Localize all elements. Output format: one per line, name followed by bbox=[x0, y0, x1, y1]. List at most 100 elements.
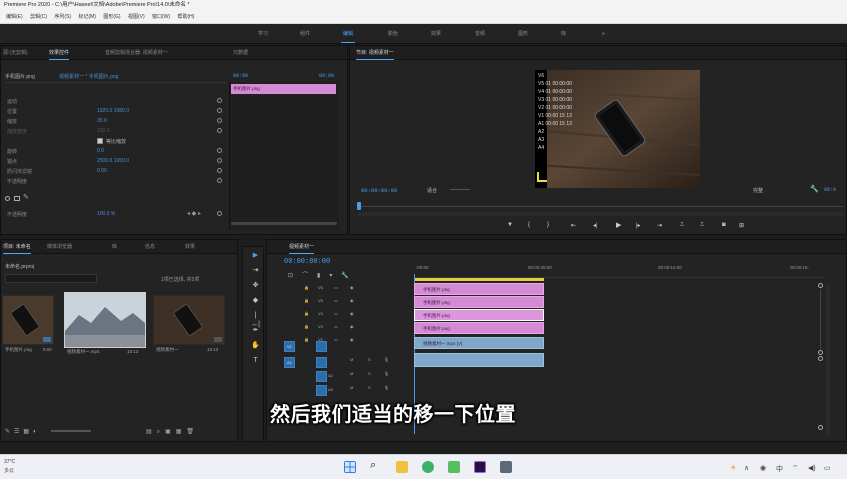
reset-anti-flicker-icon[interactable] bbox=[217, 168, 222, 173]
track-target-a3[interactable] bbox=[316, 385, 327, 396]
mute-icon[interactable]: M bbox=[350, 357, 357, 364]
mute-icon[interactable]: M bbox=[350, 371, 357, 378]
mute-icon[interactable]: M bbox=[350, 385, 357, 392]
timeline-vscroll-bottom[interactable] bbox=[818, 350, 823, 355]
tab-effects[interactable]: 效果 bbox=[185, 240, 195, 254]
ec-mini-clip[interactable]: 手机图片.png bbox=[231, 84, 336, 94]
fx-anti-flicker-value[interactable]: 0.00 bbox=[97, 168, 107, 174]
menu-help[interactable]: 帮助(H) bbox=[178, 11, 195, 24]
sync-lock-icon[interactable]: ▭ bbox=[334, 311, 341, 318]
project-search-input[interactable] bbox=[5, 274, 97, 283]
play-icon[interactable]: ▶ bbox=[616, 221, 621, 229]
ime-icon[interactable]: 中 bbox=[776, 464, 783, 474]
timeline-vscroll-top[interactable] bbox=[818, 283, 823, 288]
lock-icon[interactable]: 🔒 bbox=[304, 298, 311, 305]
fx-anchor-value[interactable]: 2500.0 1659.0 bbox=[97, 158, 129, 164]
reset-motion-icon[interactable] bbox=[217, 98, 222, 103]
program-timecode[interactable]: 00:00:00:00 bbox=[361, 187, 397, 194]
battery-icon[interactable]: ▭ bbox=[824, 464, 831, 472]
source-patch-a1[interactable]: A1 bbox=[284, 357, 295, 368]
workspace-learn[interactable]: 学习 bbox=[258, 24, 268, 44]
timeline-ruler[interactable] bbox=[414, 258, 824, 278]
menu-edit[interactable]: 编辑(E) bbox=[6, 11, 23, 24]
rectangle-mask-icon[interactable] bbox=[14, 196, 20, 201]
track-target-a1[interactable] bbox=[316, 357, 327, 368]
go-to-out-icon[interactable]: ⇥ bbox=[657, 222, 662, 229]
reset-scale-icon[interactable] bbox=[217, 118, 222, 123]
workspace-graphics[interactable]: 图形 bbox=[518, 24, 528, 44]
start-icon[interactable] bbox=[344, 461, 356, 473]
mic-icon[interactable]: 🎙 bbox=[384, 357, 391, 364]
reset-anchor-icon[interactable] bbox=[217, 158, 222, 163]
menu-window[interactable]: 窗口(W) bbox=[152, 11, 170, 24]
wrench-icon[interactable]: 🔧 bbox=[810, 185, 819, 193]
timeline-clip-audio[interactable] bbox=[414, 353, 544, 367]
tab-libraries[interactable]: 库 bbox=[112, 240, 117, 254]
reset-opacity-icon[interactable] bbox=[217, 178, 222, 183]
extract-icon[interactable]: ⎍ bbox=[700, 222, 704, 229]
search-icon[interactable]: ⌕ bbox=[370, 459, 376, 472]
workspace-effects[interactable]: 效果 bbox=[431, 24, 441, 44]
tab-effect-controls[interactable]: 效果控件 bbox=[49, 46, 70, 60]
wifi-icon[interactable]: ⌔ bbox=[792, 464, 799, 473]
mark-in-icon[interactable]: { bbox=[528, 222, 530, 228]
lock-icon[interactable]: 🔒 bbox=[304, 324, 311, 331]
track-target-a2[interactable] bbox=[316, 371, 327, 382]
program-playhead[interactable] bbox=[357, 202, 361, 210]
timeline-option-icons[interactable]: ⊡⌒▮▾🔧 bbox=[288, 270, 358, 279]
uniform-scale-checkbox[interactable] bbox=[97, 138, 103, 144]
tray-icon[interactable]: ☀ bbox=[730, 464, 736, 472]
mic-icon[interactable]: 🎙 bbox=[384, 371, 391, 378]
fx-position-value[interactable]: 1920.0 1080.0 bbox=[97, 108, 129, 114]
tab-info[interactable]: 信息 bbox=[145, 240, 155, 254]
eye-icon[interactable]: ◉ bbox=[350, 285, 357, 292]
sequence-clip-name[interactable]: 视频素材一 * 手机图片.png bbox=[59, 73, 118, 80]
workspace-libraries[interactable]: 库 bbox=[561, 24, 566, 44]
timeline-clip[interactable]: 手机图片.png bbox=[414, 322, 544, 334]
browser-icon[interactable] bbox=[422, 461, 434, 473]
pen-mask-icon[interactable]: ✎ bbox=[23, 193, 29, 201]
tab-sequence[interactable]: 视频素材一 bbox=[289, 240, 315, 254]
lock-icon[interactable]: 🔒 bbox=[304, 311, 311, 318]
fx-scale-value[interactable]: 35.0 bbox=[97, 118, 107, 124]
eye-icon[interactable]: ◉ bbox=[350, 298, 357, 305]
timeline-clip-video[interactable]: 视频素材一.mp4 [V] bbox=[414, 337, 544, 349]
program-video-frame[interactable] bbox=[534, 70, 701, 188]
button-editor-icon[interactable]: ⊞ bbox=[739, 222, 744, 229]
thumbnail-size-slider[interactable] bbox=[51, 430, 91, 432]
timeline-timecode[interactable]: 00:00:00:00 bbox=[284, 258, 330, 266]
app-icon[interactable] bbox=[500, 461, 512, 473]
project-item-thumb[interactable] bbox=[64, 292, 146, 348]
sync-lock-icon[interactable]: ▭ bbox=[334, 285, 341, 292]
workspace-more-button[interactable]: » bbox=[602, 24, 605, 44]
eye-icon[interactable]: ◉ bbox=[350, 311, 357, 318]
show-hidden-icon[interactable]: ∧ bbox=[744, 464, 749, 472]
weather-temp[interactable]: 37°C bbox=[4, 459, 15, 465]
step-forward-icon[interactable]: |▸ bbox=[636, 222, 641, 229]
menu-view[interactable]: 视图(V) bbox=[128, 11, 145, 24]
timeline-vscroll-track[interactable] bbox=[820, 289, 821, 349]
lock-icon[interactable]: 🔒 bbox=[304, 285, 311, 292]
project-action-icons[interactable]: ▤⌕▣▦🗑 bbox=[146, 428, 199, 436]
audio-vscroll-top[interactable] bbox=[818, 356, 823, 361]
program-scrub-bar[interactable] bbox=[358, 206, 843, 207]
step-back-icon[interactable]: ◂| bbox=[593, 222, 598, 229]
keyframe-nav-icon[interactable]: ◂ ◆ ▸ bbox=[187, 210, 201, 217]
timeline-clip[interactable]: 手机图片.png bbox=[414, 296, 544, 308]
menu-graphics[interactable]: 图形(G) bbox=[103, 11, 120, 24]
menu-sequence[interactable]: 序列(S) bbox=[54, 11, 71, 24]
add-marker-icon[interactable]: ▼ bbox=[507, 222, 513, 228]
workspace-color[interactable]: 颜色 bbox=[388, 24, 398, 44]
menu-marker[interactable]: 标记(M) bbox=[78, 11, 96, 24]
tab-source[interactable]: 源:(无剪辑) bbox=[3, 46, 28, 60]
tab-project[interactable]: 项目: 未命名 bbox=[3, 240, 31, 254]
menu-clip[interactable]: 剪辑(C) bbox=[30, 11, 47, 24]
timeline-clip-selected[interactable]: 手机图片.png bbox=[414, 309, 544, 321]
volume-icon[interactable]: ◀) bbox=[808, 464, 816, 472]
fx-opacity-value[interactable]: 100.0 % bbox=[97, 211, 115, 217]
reset-rotation-icon[interactable] bbox=[217, 148, 222, 153]
tab-metadata[interactable]: 元数据 bbox=[233, 46, 248, 60]
quality-dropdown[interactable]: 完整 bbox=[753, 187, 763, 194]
tab-audio-mixer[interactable]: 音频剪辑混合器: 视频素材一 bbox=[105, 46, 168, 60]
reset-opacity-value-icon[interactable] bbox=[217, 211, 222, 216]
